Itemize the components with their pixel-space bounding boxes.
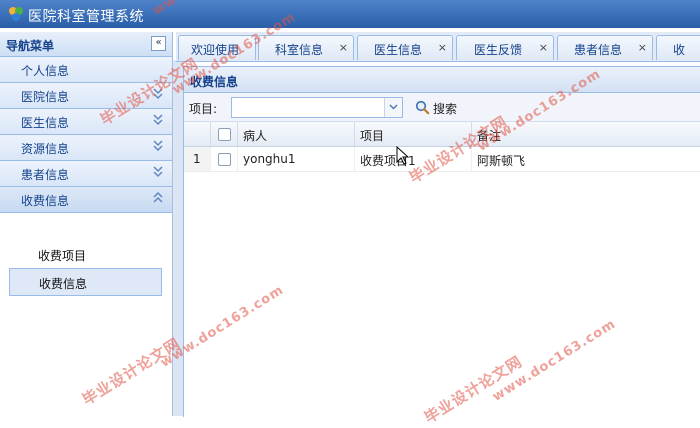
column-header-label: 项目 xyxy=(360,129,385,143)
chevron-down-icon xyxy=(153,166,163,178)
sidebar-item-patient-info[interactable]: 患者信息 xyxy=(0,161,172,187)
tab-billing-partial[interactable]: 收 xyxy=(656,35,700,60)
submenu-item-billing-info[interactable]: 收费信息 xyxy=(9,268,162,296)
nav-title: 导航菜单 xyxy=(6,39,55,53)
sidebar-item-label: 收费信息 xyxy=(21,194,70,208)
tab-label: 收 xyxy=(673,43,686,57)
submenu-item-label: 收费项目 xyxy=(38,249,87,263)
select-all-checkbox[interactable] xyxy=(218,128,231,141)
search-button[interactable]: 搜索 xyxy=(412,97,464,117)
row-number-cell: 1 xyxy=(184,147,211,171)
rownum-header xyxy=(184,122,211,146)
sidebar-item-billing-info[interactable]: 收费信息 xyxy=(0,187,172,213)
mouse-cursor-icon xyxy=(396,146,410,165)
sidebar-item-doctor-info[interactable]: 医生信息 xyxy=(0,109,172,135)
row-number: 1 xyxy=(193,152,201,166)
chevron-down-icon xyxy=(153,114,163,126)
tab-label: 患者信息 xyxy=(573,43,622,57)
cell-note: 阿斯顿飞 xyxy=(472,147,700,171)
cell-note-value: 阿斯顿飞 xyxy=(477,154,526,168)
tab-label: 医生信息 xyxy=(373,43,422,57)
grid-header: 病人 项目 备注 xyxy=(184,122,700,147)
cell-patient-value: yonghu1 xyxy=(243,152,296,166)
search-toolbar: 项目: 搜索 xyxy=(184,93,700,122)
tab-doctor-info[interactable]: 医生信息 × xyxy=(357,35,453,60)
billing-info-panel: 收费信息 项目: 搜索 病人 项目 备注 1 yonghu1 收费项目1 阿斯顿… xyxy=(183,66,700,417)
chevron-down-icon xyxy=(153,140,163,152)
item-input[interactable] xyxy=(232,98,388,117)
cell-patient: yonghu1 xyxy=(238,147,355,171)
close-icon[interactable]: × xyxy=(339,41,348,54)
item-combobox[interactable] xyxy=(231,97,403,118)
title-bar: 医院科室管理系统 xyxy=(0,0,700,28)
tab-patient-info[interactable]: 患者信息 × xyxy=(557,35,653,60)
chevron-up-icon xyxy=(153,191,163,203)
tab-department-info[interactable]: 科室信息 × xyxy=(258,35,354,60)
nav-header: 导航菜单 « xyxy=(0,32,172,57)
close-icon[interactable]: × xyxy=(438,41,447,54)
sidebar-item-label: 医生信息 xyxy=(21,116,70,130)
column-header-label: 病人 xyxy=(243,129,268,143)
collapse-sidebar-button[interactable]: « xyxy=(151,36,166,51)
column-header-patient[interactable]: 病人 xyxy=(238,122,355,146)
select-all-cell xyxy=(211,122,238,146)
submenu-item-label: 收费信息 xyxy=(39,277,88,291)
billing-submenu: 收费项目 收费信息 xyxy=(0,213,172,369)
submenu-item-billing-items[interactable]: 收费项目 xyxy=(9,241,160,267)
sidebar-item-label: 资源信息 xyxy=(21,142,70,156)
close-icon[interactable]: × xyxy=(539,41,548,54)
chevron-down-icon[interactable] xyxy=(384,98,402,117)
sidebar-item-label: 患者信息 xyxy=(21,168,70,182)
row-select-cell xyxy=(211,147,238,171)
close-icon[interactable]: × xyxy=(638,41,647,54)
search-icon xyxy=(415,100,430,115)
tab-label: 医生反馈 xyxy=(473,43,522,57)
sidebar-item-label: 医院信息 xyxy=(21,90,70,104)
sidebar-item-resource-info[interactable]: 资源信息 xyxy=(0,135,172,161)
tab-label: 科室信息 xyxy=(274,43,323,57)
tab-doctor-feedback[interactable]: 医生反馈 × xyxy=(456,35,554,60)
sidebar-item-label: 个人信息 xyxy=(21,64,70,78)
panel-header: 收费信息 xyxy=(184,67,700,93)
item-field-label: 项目: xyxy=(189,102,218,116)
search-button-label: 搜索 xyxy=(433,102,458,116)
app-logo-icon xyxy=(9,7,23,21)
app-title: 医院科室管理系统 xyxy=(28,9,144,25)
row-checkbox[interactable] xyxy=(218,153,231,166)
